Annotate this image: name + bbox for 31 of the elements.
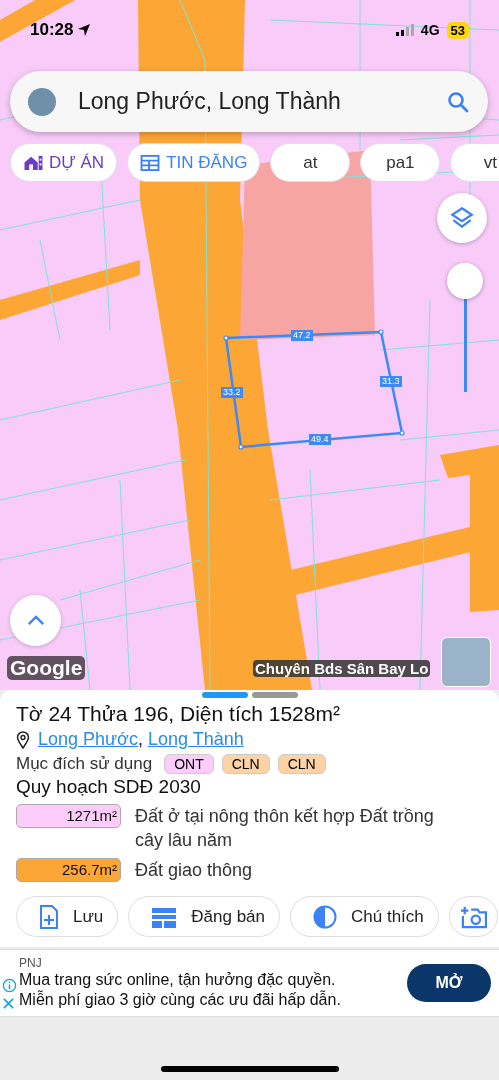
parcel-title: Tờ 24 Thửa 196, Diện tích 1528m²: [16, 702, 341, 726]
land-use-tag: ONT: [164, 754, 214, 774]
land-use-tag: CLN: [277, 754, 326, 774]
plan-description: Đất ở tại nông thôn kết hợp Đất trồng cây lâu năm: [135, 805, 435, 852]
search-field[interactable]: Long Phước, Long Thành: [10, 71, 488, 132]
dimension-label: 33.2: [221, 387, 243, 398]
location-link[interactable]: Long Phước: [38, 729, 138, 750]
map-attribution: Google: [7, 656, 86, 680]
ad-text: Mua trang sức online, tận hưởng đặc quyền. Miễn phí giao 3 giờ cùng các ưu đãi hấp dẫn.: [19, 970, 342, 1010]
dimension-label: 31.3: [380, 376, 402, 387]
channel-name: Chuyên Bds Sân Bay Lo: [253, 660, 431, 677]
open-button[interactable]: MỞ: [407, 964, 491, 1002]
land-use-tag: CLN: [221, 754, 270, 774]
location-link[interactable]: Long Thành: [147, 729, 244, 750]
separator: ,: [137, 729, 143, 750]
dimension-label: 47.2: [291, 330, 313, 341]
area-swatch: 256.7m²: [16, 858, 121, 882]
action-button[interactable]: Chú thích: [290, 896, 439, 937]
action-button[interactable]: Lưu: [16, 896, 119, 937]
action-button[interactable]: Đăng bán: [128, 896, 281, 937]
plan-description: Đất giao thông: [135, 859, 253, 882]
status-time: 10:28: [30, 20, 74, 40]
filter-chip[interactable]: DỰ ÁN: [10, 143, 118, 182]
filter-chip[interactable]: TIN ĐĂNG: [127, 143, 261, 182]
network-type: 4G: [420, 22, 440, 38]
plan-title: Quy hoạch SDĐ 2030: [16, 776, 202, 798]
dimension-label: 49.4: [309, 434, 331, 445]
ad-brand: PNJ: [19, 956, 43, 970]
area-swatch: 1271m²: [16, 804, 121, 828]
usage-label: Mục đích sử dụng: [16, 754, 153, 774]
filter-chip[interactable]: vt: [450, 143, 499, 182]
